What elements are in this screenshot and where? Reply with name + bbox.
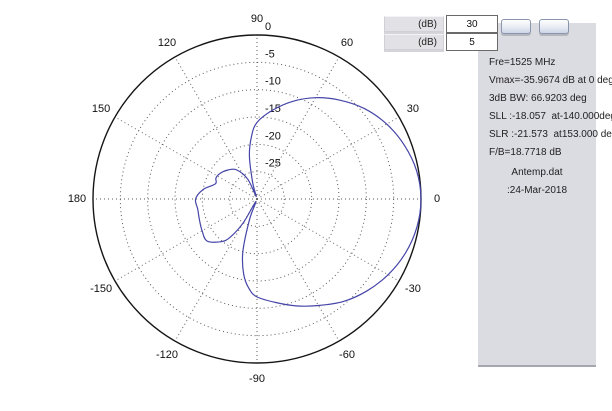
date-text: :24-Mar-2018 bbox=[506, 185, 568, 196]
angle-label-120: 120 bbox=[158, 37, 176, 49]
ring-label--25: -25 bbox=[265, 158, 281, 170]
ring-label-0: 0 bbox=[265, 21, 271, 33]
angle-label--90: -90 bbox=[249, 373, 265, 385]
antenna-pattern-window: 0 30 60 90 120 150 180 -150 -120 -90 -60 -30 0 -5 -10 -… bbox=[0, 0, 612, 411]
angle-label--120: -120 bbox=[156, 349, 178, 361]
vmax-text: Vmax=-35.9674 dB at 0 deg bbox=[489, 75, 612, 86]
ring-label--5: -5 bbox=[265, 48, 275, 60]
fb-ratio-text: F/B=18.7718 dB bbox=[489, 147, 562, 158]
angle-label--30: -30 bbox=[405, 283, 421, 295]
pushbutton-2[interactable] bbox=[539, 19, 569, 34]
range-db-input[interactable] bbox=[446, 15, 498, 33]
ring-label--10: -10 bbox=[265, 76, 281, 88]
pushbutton-1[interactable] bbox=[501, 19, 531, 34]
range-db-label: (dB) bbox=[384, 16, 444, 32]
step-db-label: (dB) bbox=[384, 34, 444, 50]
filename-text: Antemp.dat bbox=[511, 167, 563, 178]
beamwidth-text: 3dB BW: 66.9203 deg bbox=[489, 93, 587, 104]
pattern-curve bbox=[194, 97, 422, 307]
angle-label-30: 30 bbox=[407, 103, 419, 115]
angle-label-60: 60 bbox=[341, 37, 353, 49]
slr-text: SLR :-21.573 at153.000 deg bbox=[489, 129, 612, 140]
sll-text: SLL :-18.057 at-140.000deg bbox=[489, 111, 612, 122]
polar-axes: 0 30 60 90 120 150 180 -150 -120 -90 -60 -30 0 -5 -10 -… bbox=[68, 13, 440, 385]
ring-label--20: -20 bbox=[265, 130, 281, 142]
results-panel: Fre=1525 MHz Vmax=-35.9674 dB at 0 deg 3… bbox=[478, 23, 612, 367]
angle-label--60: -60 bbox=[339, 349, 355, 361]
step-db-input[interactable] bbox=[446, 33, 498, 51]
angle-label-90: 90 bbox=[251, 13, 263, 25]
angle-label--150: -150 bbox=[90, 283, 112, 295]
angle-label-180: 180 bbox=[68, 193, 86, 205]
angle-label-0: 0 bbox=[434, 193, 440, 205]
frequency-text: Fre=1525 MHz bbox=[489, 57, 556, 68]
polar-plot: 0 30 60 90 120 150 180 -150 -120 -90 -60 -30 0 -5 -10 -… bbox=[0, 0, 470, 411]
angle-label-150: 150 bbox=[92, 103, 110, 115]
